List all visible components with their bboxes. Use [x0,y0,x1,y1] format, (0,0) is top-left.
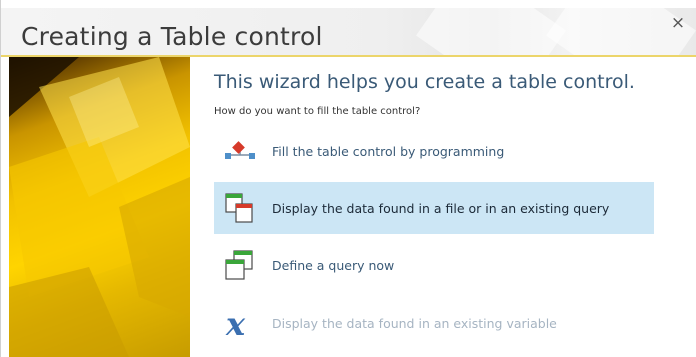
window-title: Creating a Table control [21,22,323,51]
option-display-variable: x Display the data found in an existing … [214,297,654,349]
option-label: Define a query now [272,257,395,273]
define-query-icon [225,250,253,280]
wizard-window: Creating a Table control × This wizard h… [0,0,696,357]
programming-flow-icon [225,141,255,159]
abstract-yellow-shapes [9,57,190,357]
variable-x-icon: x [225,305,246,341]
title-bar-decoration [416,8,566,55]
wizard-side-image [9,57,190,357]
wizard-heading: This wizard helps you create a table con… [214,71,635,93]
option-define-query[interactable]: Define a query now [214,239,654,291]
option-label: Display the data found in an existing va… [272,315,557,331]
close-button[interactable]: × [669,14,687,32]
file-query-icon [225,193,253,223]
svg-text:x: x [225,305,246,341]
option-display-file-or-query[interactable]: Display the data found in a file or in a… [214,182,654,234]
option-fill-by-programming[interactable]: Fill the table control by programming [214,125,654,177]
wizard-question: How do you want to fill the table contro… [214,106,421,117]
title-bar: Creating a Table control × [1,8,696,57]
option-label: Display the data found in a file or in a… [272,200,610,216]
option-label: Fill the table control by programming [272,143,505,159]
